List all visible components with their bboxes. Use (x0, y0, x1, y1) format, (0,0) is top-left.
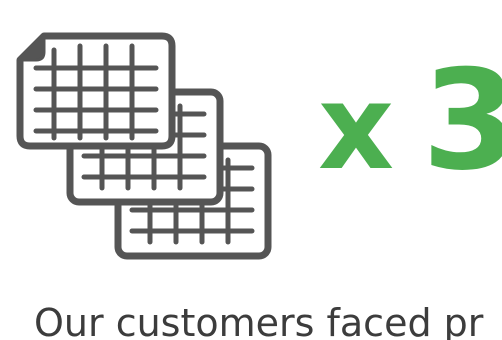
caption-text: Our customers faced pr (34, 301, 484, 340)
spreadsheet-sheet-front (16, 32, 176, 150)
slide: x3 Our customers faced pr (0, 0, 502, 340)
multiplier-value: 3 (422, 40, 502, 201)
multiplier-label: x3 (318, 52, 502, 190)
multiplier-prefix: x (318, 58, 395, 196)
spreadsheets-icon (16, 32, 272, 260)
